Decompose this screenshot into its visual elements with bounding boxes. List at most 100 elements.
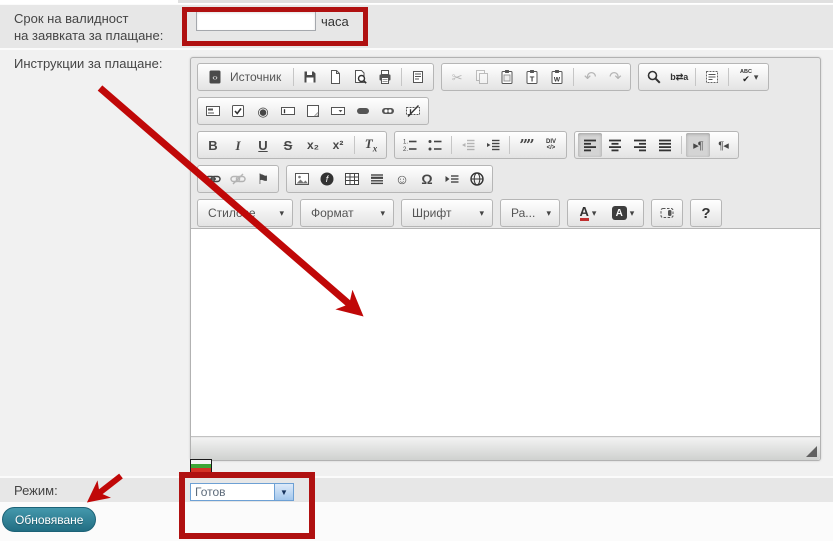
- text-direction-ltr-button[interactable]: ▸¶: [686, 133, 710, 157]
- save-button[interactable]: [298, 65, 322, 89]
- subscript-button[interactable]: x₂: [301, 133, 325, 157]
- replace-icon: b⇄a: [670, 72, 688, 83]
- chevron-down-icon: ▾: [754, 73, 759, 82]
- strikethrough-button[interactable]: S: [276, 133, 300, 157]
- toolbar-group-maximize: [651, 199, 683, 227]
- image-icon: [294, 171, 310, 187]
- image-button-button[interactable]: [376, 99, 400, 123]
- background-color-button[interactable]: A ▾: [606, 201, 640, 225]
- font-dropdown[interactable]: Шрифт ▾: [402, 199, 492, 227]
- editor-resize-handle[interactable]: [806, 446, 817, 457]
- toolbar-row-5: Стилове ▾ Формат ▾ Шрифт ▾: [196, 196, 815, 230]
- bold-button[interactable]: B: [201, 133, 225, 157]
- checkbox-icon: [230, 103, 246, 119]
- button-field-button[interactable]: [351, 99, 375, 123]
- text-field-icon: [280, 103, 296, 119]
- remove-format-icon: Tx: [365, 136, 377, 154]
- smiley-button[interactable]: ☺: [390, 167, 414, 191]
- remove-format-button[interactable]: Tx: [359, 133, 383, 157]
- page-break-icon: [444, 171, 460, 187]
- select-field-button[interactable]: [326, 99, 350, 123]
- hidden-field-button[interactable]: [401, 99, 425, 123]
- insert-flash-button[interactable]: f: [315, 167, 339, 191]
- toolbar-group-align: ▸¶ ¶◂: [574, 131, 739, 159]
- page-break-button[interactable]: [440, 167, 464, 191]
- find-button[interactable]: [642, 65, 666, 89]
- radio-button-button[interactable]: ◉: [251, 99, 275, 123]
- cut-button[interactable]: ✂: [445, 65, 469, 89]
- iframe-button[interactable]: [465, 167, 489, 191]
- format-dropdown[interactable]: Формат ▾: [301, 199, 393, 227]
- textarea-button[interactable]: [301, 99, 325, 123]
- validity-label: Срок на валидност на заявката за плащане…: [14, 10, 163, 44]
- print-button[interactable]: [373, 65, 397, 89]
- svg-text:1.: 1.: [403, 140, 408, 146]
- undo-button[interactable]: ↶: [578, 65, 602, 89]
- align-left-icon: [582, 137, 598, 153]
- superscript-icon: x²: [333, 139, 344, 151]
- text-direction-rtl-button[interactable]: ¶◂: [711, 133, 735, 157]
- decrease-indent-button[interactable]: [456, 133, 480, 157]
- editor-status-bar: [191, 438, 820, 460]
- unlink-button[interactable]: [226, 167, 250, 191]
- styles-dropdown[interactable]: Стилове ▾: [198, 199, 292, 227]
- align-left-button[interactable]: [578, 133, 602, 157]
- anchor-button[interactable]: ⚑: [251, 167, 275, 191]
- text-field-button[interactable]: [276, 99, 300, 123]
- chevron-down-icon: ▾: [630, 209, 635, 218]
- highlight-box-validity: [182, 7, 368, 46]
- button-field-icon: [355, 103, 371, 119]
- copy-button[interactable]: [470, 65, 494, 89]
- paste-as-text-button[interactable]: T: [520, 65, 544, 89]
- replace-button[interactable]: b⇄a: [667, 65, 691, 89]
- chevron-down-icon: ▾: [380, 209, 385, 218]
- italic-button[interactable]: I: [226, 133, 250, 157]
- templates-button[interactable]: [406, 65, 430, 89]
- new-page-icon: [327, 69, 343, 85]
- toolbar-row-1: ‹› Источник ✂ T W: [196, 60, 815, 94]
- source-button[interactable]: ‹› Источник: [201, 65, 289, 89]
- bold-icon: B: [208, 139, 217, 152]
- checkbox-button[interactable]: [226, 99, 250, 123]
- update-button[interactable]: Обновяване: [2, 507, 96, 532]
- maximize-button[interactable]: [655, 201, 679, 225]
- styles-dropdown-label: Стилове: [206, 206, 258, 220]
- print-icon: [377, 69, 393, 85]
- previous-row-edge-gray: [178, 0, 833, 3]
- numbered-list-button[interactable]: 1.2.: [398, 133, 422, 157]
- underline-button[interactable]: U: [251, 133, 275, 157]
- undo-icon: ↶: [584, 70, 597, 85]
- anchor-flag-icon: ⚑: [257, 171, 270, 188]
- div-container-button[interactable]: DIV</>: [539, 133, 563, 157]
- align-center-button[interactable]: [603, 133, 627, 157]
- spell-check-button[interactable]: ABC✔ ▾: [733, 65, 765, 89]
- special-character-icon: Ω: [421, 171, 432, 187]
- new-page-button[interactable]: [323, 65, 347, 89]
- align-right-icon: [632, 137, 648, 153]
- increase-indent-button[interactable]: [481, 133, 505, 157]
- redo-button[interactable]: ↷: [603, 65, 627, 89]
- bulleted-list-button[interactable]: [423, 133, 447, 157]
- insert-table-button[interactable]: [340, 167, 364, 191]
- insert-image-button[interactable]: [290, 167, 314, 191]
- justify-button[interactable]: [653, 133, 677, 157]
- blockquote-button[interactable]: ””: [514, 133, 538, 157]
- size-dropdown[interactable]: Ра... ▾: [501, 199, 559, 227]
- toolbar-group-colors: A ▾ A ▾: [567, 199, 644, 227]
- editor-content-area[interactable]: [191, 228, 820, 437]
- toolbar-group-document: ‹› Источник: [197, 63, 434, 91]
- bulgarian-flag-icon: [190, 459, 212, 473]
- toolbar-group-paragraph: 1.2. ”” DIV</>: [394, 131, 567, 159]
- align-right-button[interactable]: [628, 133, 652, 157]
- paste-button[interactable]: [495, 65, 519, 89]
- superscript-button[interactable]: x²: [326, 133, 350, 157]
- preview-button[interactable]: [348, 65, 372, 89]
- form-button[interactable]: [201, 99, 225, 123]
- select-all-button[interactable]: [700, 65, 724, 89]
- about-button[interactable]: ?: [694, 201, 718, 225]
- text-color-button[interactable]: A ▾: [571, 201, 605, 225]
- horizontal-rule-button[interactable]: [365, 167, 389, 191]
- special-character-button[interactable]: Ω: [415, 167, 439, 191]
- link-button[interactable]: [201, 167, 225, 191]
- paste-from-word-button[interactable]: W: [545, 65, 569, 89]
